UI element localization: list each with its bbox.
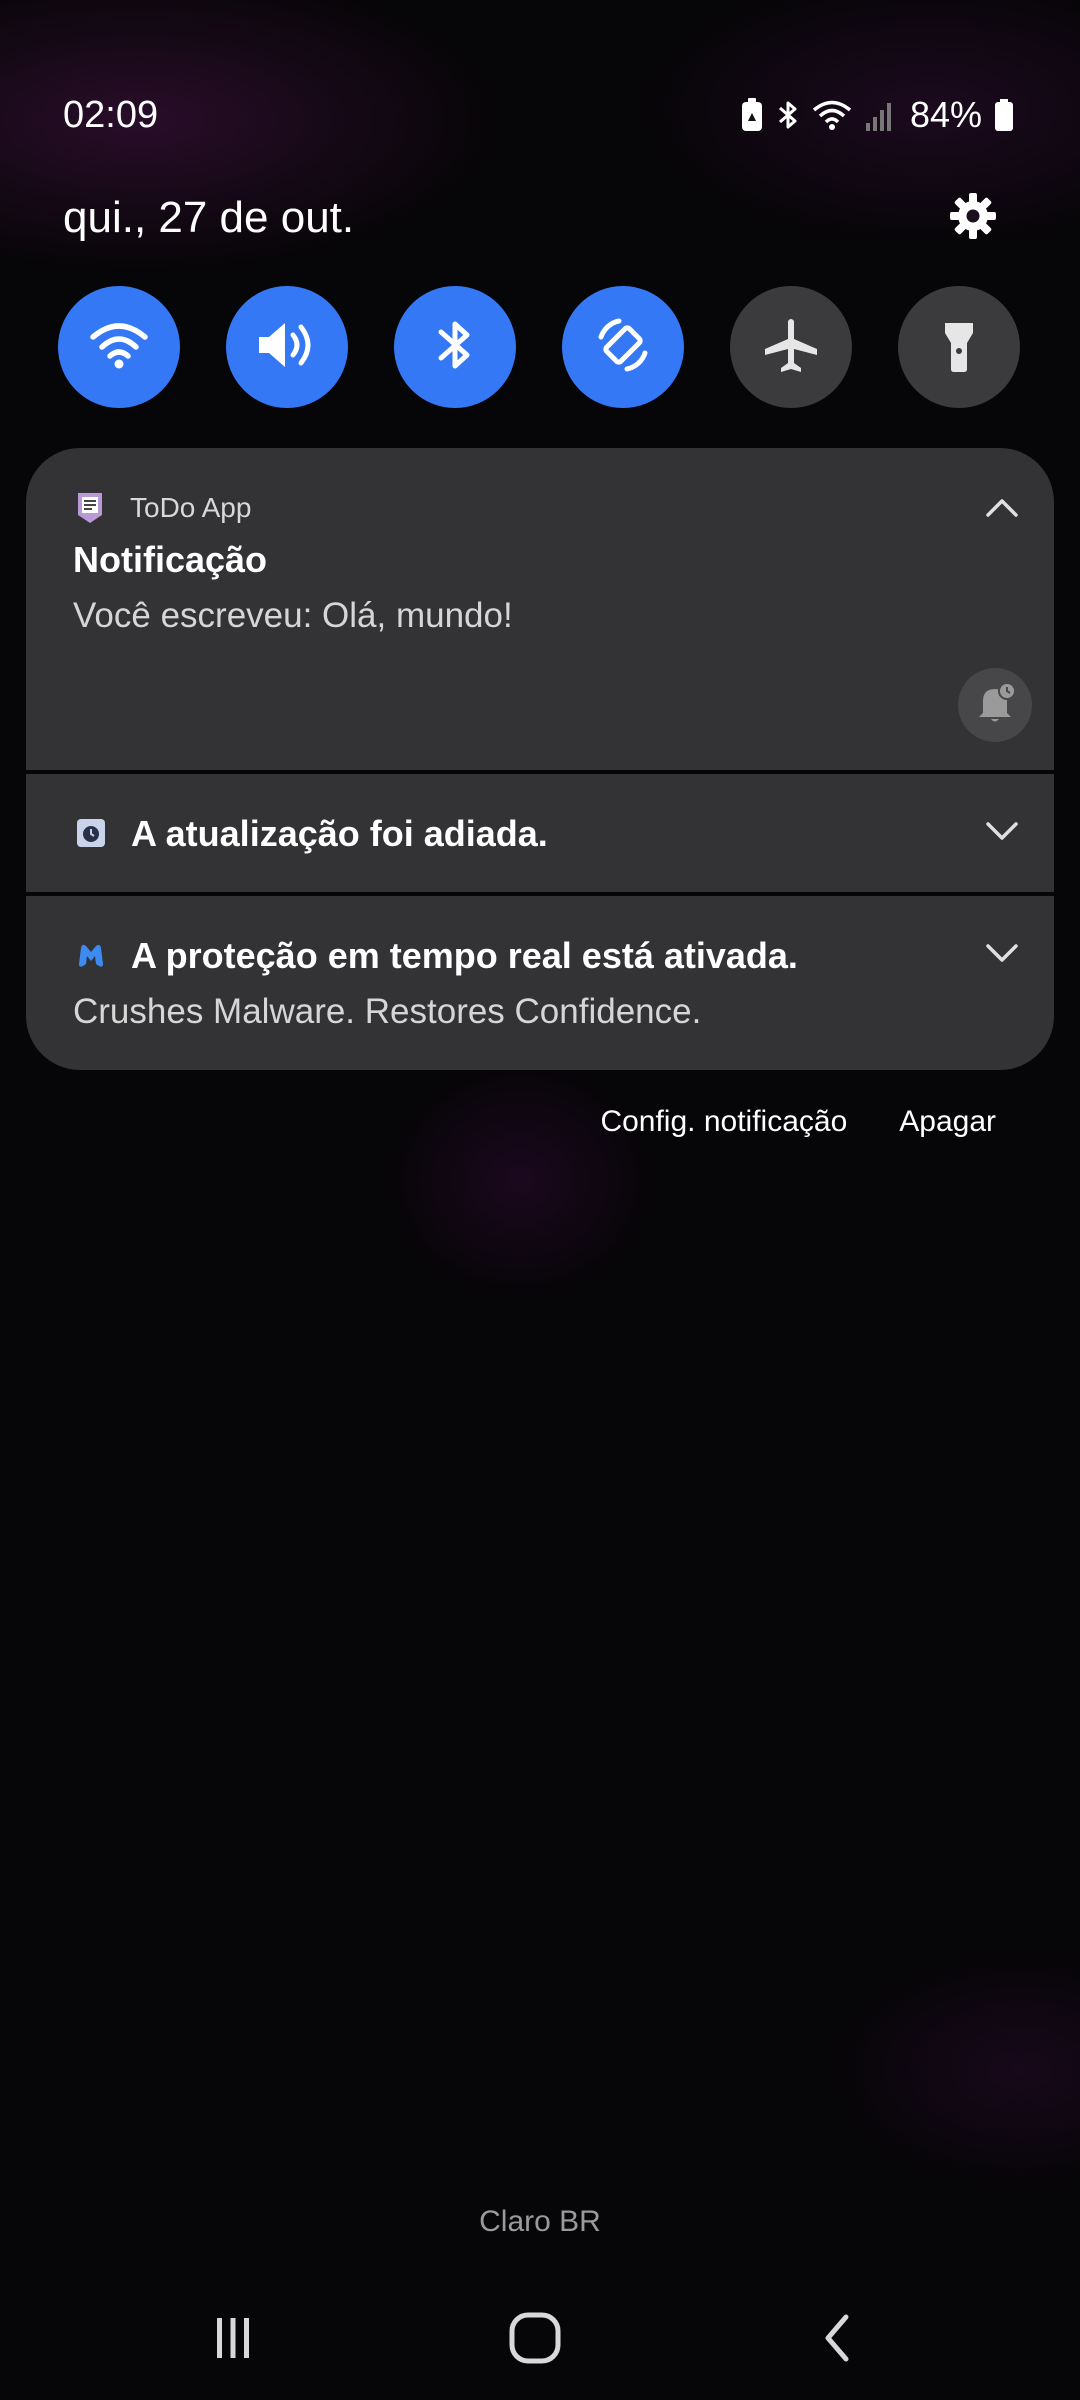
signal-icon <box>864 97 894 133</box>
wifi-toggle[interactable] <box>58 286 180 408</box>
chevron-up-icon <box>985 497 1019 524</box>
expand-button[interactable] <box>980 811 1024 855</box>
bell-snooze-icon <box>973 681 1017 730</box>
battery-percentage: 84% <box>909 94 982 135</box>
notification-todo-app[interactable]: ToDo App Notificação Você escreveu: Olá,… <box>26 448 1054 770</box>
chevron-down-icon <box>985 820 1019 847</box>
notification-actions: Config. notificação Apagar <box>600 1100 996 1144</box>
airplane-mode-toggle[interactable] <box>730 286 852 408</box>
bluetooth-icon <box>776 97 800 133</box>
back-button[interactable] <box>788 2300 888 2380</box>
rotate-icon <box>591 313 655 382</box>
notification-title: A proteção em tempo real está ativada. <box>131 935 798 976</box>
back-icon <box>818 2311 858 2370</box>
expand-button[interactable] <box>980 933 1024 977</box>
notification-title: Notificação <box>73 539 268 580</box>
battery-saver-icon <box>740 97 764 133</box>
notification-app-header: ToDo App <box>76 488 251 528</box>
notification-app-name: ToDo App <box>130 492 252 523</box>
auto-rotate-toggle[interactable] <box>562 286 684 408</box>
notification-realtime-protection[interactable]: A proteção em tempo real está ativada. C… <box>26 896 1054 1070</box>
recent-apps-icon <box>209 2314 257 2367</box>
collapse-button[interactable] <box>980 488 1024 532</box>
notification-list: ToDo App Notificação Você escreveu: Olá,… <box>26 448 1054 1070</box>
airplane-icon <box>761 315 821 380</box>
battery-icon <box>994 97 1014 133</box>
bluetooth-toggle[interactable] <box>394 286 516 408</box>
settings-button[interactable] <box>945 190 1001 246</box>
date-label: qui., 27 de out. <box>63 193 355 242</box>
quick-settings-toggles <box>0 286 1080 408</box>
bluetooth-icon <box>435 315 475 380</box>
clear-all-button[interactable]: Apagar <box>899 1100 996 1144</box>
notification-title: A atualização foi adiada. <box>131 813 548 854</box>
status-bar: 02:09 84% <box>0 0 1080 150</box>
gear-icon <box>948 191 998 246</box>
notification-settings-button[interactable]: Config. notificação <box>600 1100 847 1144</box>
recent-apps-button[interactable] <box>183 2300 283 2380</box>
wifi-icon <box>89 319 149 376</box>
home-button[interactable] <box>485 2300 585 2380</box>
software-update-icon <box>76 818 106 848</box>
sound-toggle[interactable] <box>226 286 348 408</box>
malwarebytes-icon <box>76 940 106 970</box>
notification-text: Crushes Malware. Restores Confidence. <box>73 992 702 1031</box>
home-icon <box>508 2311 562 2370</box>
snooze-button[interactable] <box>958 668 1032 742</box>
status-icons: 84% <box>740 90 1014 140</box>
wifi-icon <box>812 97 852 133</box>
flashlight-toggle[interactable] <box>898 286 1020 408</box>
flashlight-icon <box>939 315 979 380</box>
clock: 02:09 <box>63 94 159 136</box>
navigation-bar <box>0 2280 1080 2400</box>
notification-update-postponed[interactable]: A atualização foi adiada. <box>26 774 1054 892</box>
notification-text: Você escreveu: Olá, mundo! <box>73 596 513 635</box>
notification-shade: 02:09 84% qui., 27 de out. ToDo App Noti… <box>0 0 1080 2400</box>
todo-app-icon <box>76 491 104 525</box>
speaker-icon <box>255 317 319 378</box>
carrier-label: Claro BR <box>479 2205 601 2238</box>
chevron-down-icon <box>985 942 1019 969</box>
